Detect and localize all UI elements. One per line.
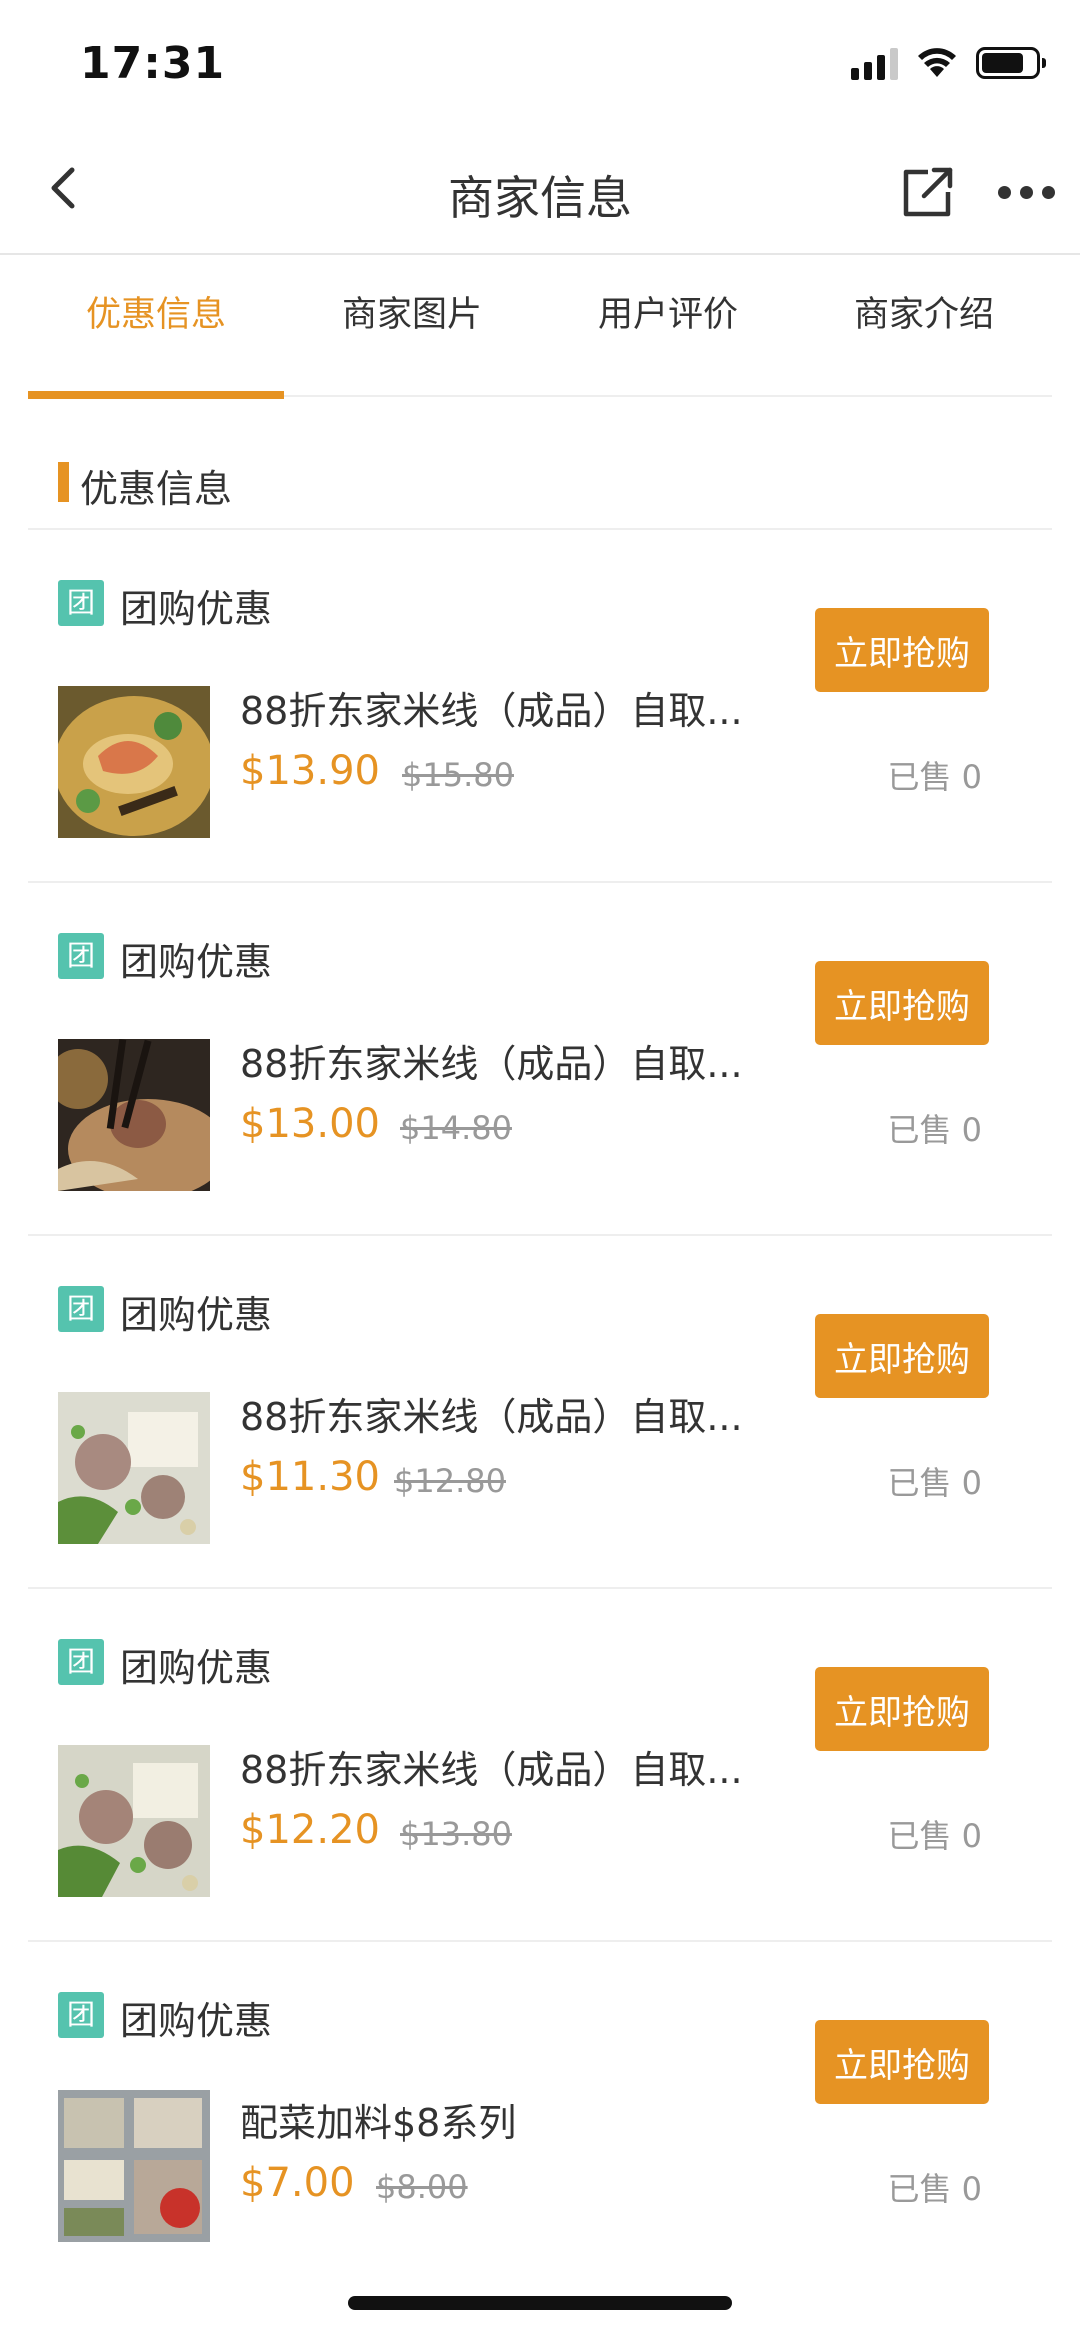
deal-name: 88折东家米线（成品）自取... — [240, 689, 743, 733]
deal-original-price: $12.80 — [394, 1462, 506, 1500]
sold-count: 已售 0 — [887, 1111, 982, 1149]
deal-image[interactable] — [58, 686, 210, 838]
sold-count: 已售 0 — [887, 758, 982, 796]
deal-price: $13.00 — [240, 1101, 380, 1147]
deal-original-price: $15.80 — [402, 756, 514, 794]
deal-tag-label: 团购优惠 — [120, 1293, 273, 1337]
deal-price: $13.90 — [240, 748, 380, 794]
group-buy-icon: 团 — [58, 933, 104, 979]
deal-tag-label: 团购优惠 — [120, 940, 273, 984]
deal-price: $12.20 — [240, 1807, 380, 1853]
deal-image[interactable] — [58, 1745, 210, 1897]
sold-count: 已售 0 — [887, 1817, 982, 1855]
sold-count: 已售 0 — [887, 2170, 982, 2208]
buy-now-button[interactable]: 立即抢购 — [815, 961, 989, 1045]
home-indicator[interactable] — [348, 2296, 732, 2310]
deal-name: 88折东家米线（成品）自取... — [240, 1042, 743, 1086]
deal-name: 88折东家米线（成品）自取... — [240, 1395, 743, 1439]
tab-bar: 优惠信息 商家图片 用户评价 商家介绍 — [28, 257, 1052, 399]
navigation-bar: 商家信息 — [0, 130, 1080, 255]
deal-name: 配菜加料$8系列 — [240, 2101, 517, 2145]
merchant-info-screen: 17:31 商家信息 优惠信息 商家图片 用户评价 商家介绍 优惠信息 团 团购… — [0, 0, 1080, 2339]
deal-tag-label: 团购优惠 — [120, 1999, 273, 2043]
deal-name: 88折东家米线（成品）自取... — [240, 1748, 743, 1792]
deal-original-price: $14.80 — [400, 1109, 512, 1147]
deal-item[interactable]: 团 团购优惠 88折东家米线（成品）自取... $13.00 $14.80 立即… — [28, 883, 1052, 1236]
tab-user-reviews[interactable]: 用户评价 — [540, 257, 796, 397]
group-buy-icon: 团 — [58, 1992, 104, 2038]
tab-merchant-intro[interactable]: 商家介绍 — [796, 257, 1052, 397]
deal-tag-label: 团购优惠 — [120, 587, 273, 631]
deal-image[interactable] — [58, 2090, 210, 2242]
section-title: 优惠信息 — [80, 467, 233, 511]
buy-now-button[interactable]: 立即抢购 — [815, 2020, 989, 2104]
deal-tag-label: 团购优惠 — [120, 1646, 273, 1690]
deal-item[interactable]: 团 团购优惠 88折东家米线（成品）自取... $12.20 $13.80 立即… — [28, 1589, 1052, 1942]
wifi-icon — [918, 48, 956, 77]
deal-price: $11.30 — [240, 1454, 380, 1500]
deal-original-price: $8.00 — [376, 2168, 468, 2206]
more-options-icon[interactable] — [998, 186, 1055, 199]
buy-now-button[interactable]: 立即抢购 — [815, 1314, 989, 1398]
status-bar: 17:31 — [0, 0, 1080, 130]
group-buy-icon: 团 — [58, 580, 104, 626]
deal-item[interactable]: 团 团购优惠 配菜加料$8系列 $7.00 $8.00 立即抢购 已售 0 — [28, 1942, 1052, 2295]
deal-image[interactable] — [58, 1039, 210, 1191]
cellular-signal-icon — [851, 46, 898, 80]
share-icon[interactable] — [898, 164, 956, 222]
deal-original-price: $13.80 — [400, 1815, 512, 1853]
battery-icon — [976, 47, 1046, 79]
status-time: 17:31 — [80, 38, 226, 89]
deal-image[interactable] — [58, 1392, 210, 1544]
offers-section-header: 优惠信息 — [28, 430, 1052, 530]
group-buy-icon: 团 — [58, 1286, 104, 1332]
deal-price: $7.00 — [240, 2160, 355, 2206]
buy-now-button[interactable]: 立即抢购 — [815, 608, 989, 692]
deal-list: 团 团购优惠 88折东家米线（成品）自取... $13.90 $15.80 立即… — [28, 530, 1052, 2295]
sold-count: 已售 0 — [887, 1464, 982, 1502]
deal-item[interactable]: 团 团购优惠 88折东家米线（成品）自取... $11.30 $12.80 立即… — [28, 1236, 1052, 1589]
tab-merchant-photos[interactable]: 商家图片 — [284, 257, 540, 397]
deal-item[interactable]: 团 团购优惠 88折东家米线（成品）自取... $13.90 $15.80 立即… — [28, 530, 1052, 883]
tab-offers[interactable]: 优惠信息 — [28, 257, 284, 399]
status-icons — [851, 46, 1046, 80]
buy-now-button[interactable]: 立即抢购 — [815, 1667, 989, 1751]
group-buy-icon: 团 — [58, 1639, 104, 1685]
section-accent-bar — [58, 462, 69, 502]
